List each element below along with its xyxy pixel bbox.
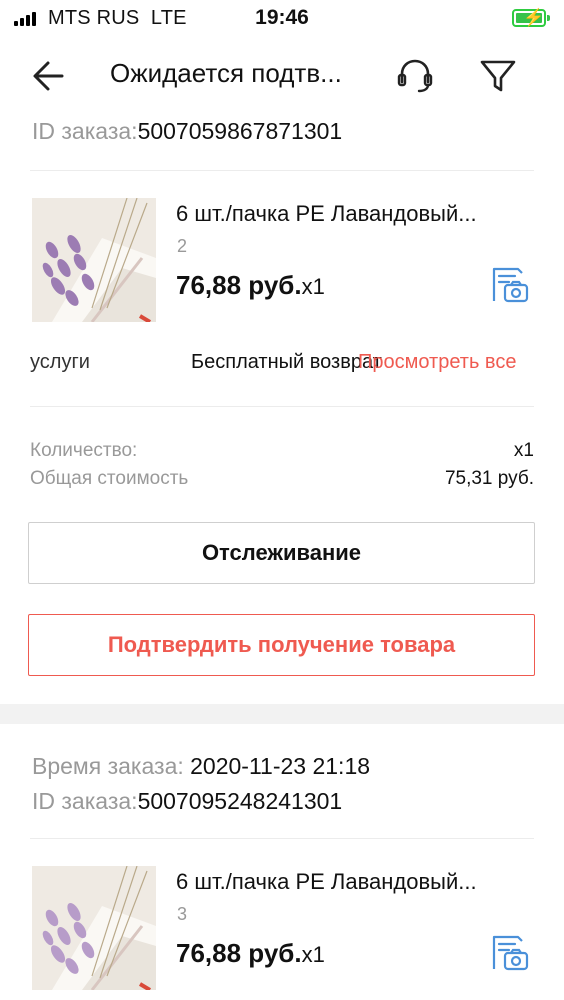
tracking-button[interactable]: Отслеживание — [28, 522, 535, 584]
order-time-value: 2020-11-23 21:18 — [190, 753, 371, 779]
page-title: Ожидается подтв... — [110, 58, 342, 88]
product-variant: 3 — [177, 904, 188, 924]
total-label: Общая стоимость — [30, 468, 189, 489]
support-button[interactable] — [393, 56, 437, 96]
services-value: Бесплатный возврат — [191, 351, 382, 373]
photo-review-button[interactable] — [488, 263, 532, 307]
product-image[interactable] — [32, 198, 156, 322]
quantity-value: x1 — [513, 440, 534, 461]
product-title[interactable]: 6 шт./пачка PE Лавандовый... — [176, 201, 477, 227]
photo-review-button[interactable] — [488, 931, 532, 975]
confirm-receipt-button[interactable]: Подтвердить получение товара — [28, 614, 535, 676]
status-bar: MTS RUS LTE 19:46 ⚡ — [0, 0, 564, 38]
divider — [30, 406, 534, 407]
section-separator — [0, 704, 564, 724]
order-id-label: ID заказа: — [32, 788, 138, 814]
product-title[interactable]: 6 шт./пачка PE Лавандовый... — [176, 869, 477, 895]
order-time-label: Время заказа: — [32, 753, 184, 779]
order2-time-row: Время заказа: 2020-11-23 21:18 — [32, 753, 370, 780]
filter-button[interactable] — [476, 54, 520, 98]
product-quantity: x1 — [301, 942, 325, 967]
view-all-services-link[interactable]: Просмотреть все — [358, 351, 516, 374]
nav-header: Ожидается подтв... — [0, 38, 564, 114]
battery-icon: ⚡ — [512, 8, 550, 27]
back-button[interactable] — [28, 56, 72, 96]
headset-icon — [397, 59, 433, 93]
product-price-row: 76,88 руб.x1 — [176, 938, 325, 969]
photo-review-icon — [492, 267, 529, 303]
order1-id-row: ID заказа:5007059867871301 — [32, 118, 342, 145]
product-price-row: 76,88 руб.x1 — [176, 270, 325, 301]
divider — [30, 170, 534, 171]
status-time: 19:46 — [255, 6, 309, 29]
order-id-label: ID заказа: — [32, 118, 138, 144]
lavender-image — [32, 198, 156, 322]
lavender-image — [32, 866, 156, 990]
services-label: услуги — [30, 351, 90, 373]
quantity-label: Количество: — [30, 440, 138, 461]
order-id-value: 5007059867871301 — [137, 118, 343, 144]
product-quantity: x1 — [301, 274, 325, 299]
divider — [30, 838, 534, 839]
product-price: 76,88 руб. — [176, 270, 302, 300]
photo-review-icon — [492, 935, 529, 971]
total-value: 75,31 руб. — [444, 468, 534, 489]
arrow-left-icon — [33, 61, 64, 91]
product-price: 76,88 руб. — [176, 938, 302, 968]
funnel-icon — [480, 60, 516, 92]
order2-id-row: ID заказа:5007095248241301 — [32, 788, 342, 815]
order-id-value: 5007095248241301 — [137, 788, 343, 814]
product-variant: 2 — [177, 236, 188, 256]
product-image[interactable] — [32, 866, 156, 990]
